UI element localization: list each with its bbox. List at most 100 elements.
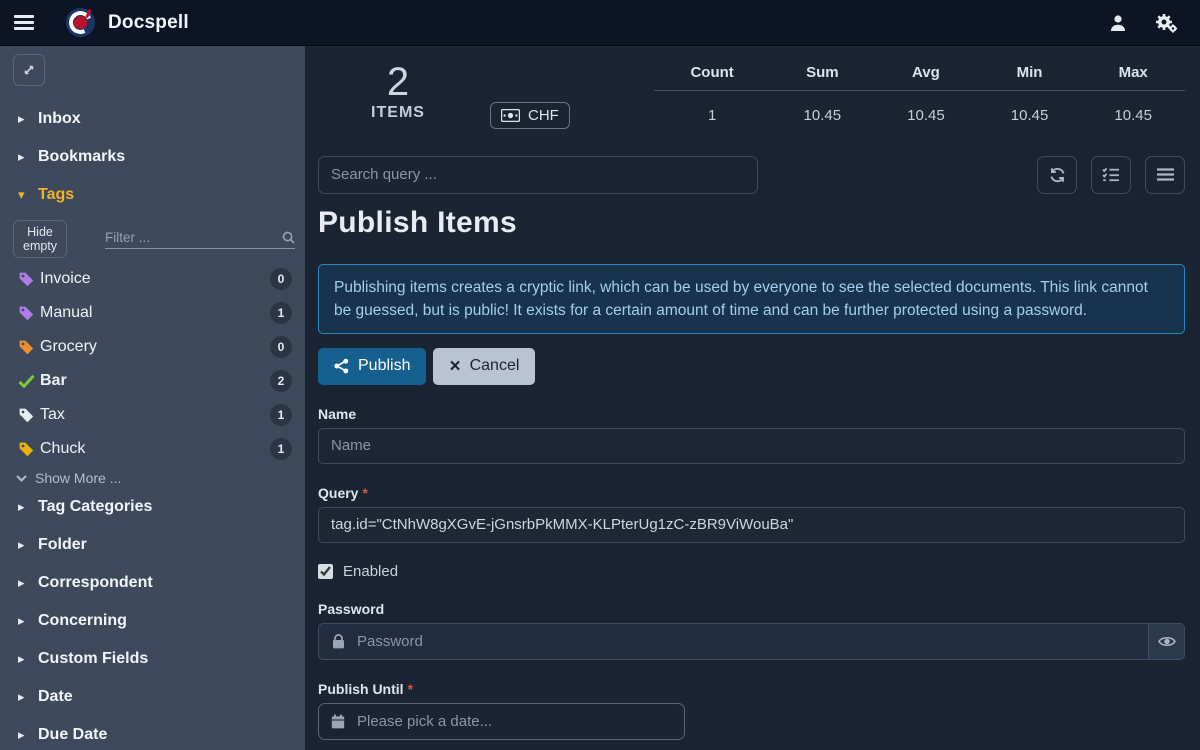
sidebar-item-folder[interactable]: ▸ Folder — [0, 526, 305, 564]
name-label: Name — [318, 406, 1185, 422]
tag-name: Grocery — [40, 338, 97, 356]
col-avg: Avg — [874, 56, 978, 91]
publish-button[interactable]: Publish — [318, 348, 426, 385]
tag-count-badge: 1 — [270, 404, 292, 426]
collapse-sidebar-button[interactable] — [13, 54, 45, 86]
tag-icon — [18, 407, 40, 423]
tag-name: Invoice — [40, 270, 91, 288]
password-label: Password — [318, 601, 1185, 617]
show-more-tags[interactable]: Show More ... — [0, 466, 305, 488]
tag-count-badge: 2 — [270, 370, 292, 392]
tag-item-chuck[interactable]: Chuck 1 — [0, 432, 305, 466]
sidebar-item-inbox[interactable]: ▸ Inbox — [0, 100, 305, 138]
caret-right-icon: ▸ — [18, 689, 38, 705]
tag-count-badge: 0 — [270, 336, 292, 358]
publish-until-input[interactable] — [357, 713, 684, 730]
sidebar-item-correspondent[interactable]: ▸ Correspondent — [0, 564, 305, 602]
tag-item-manual[interactable]: Manual 1 — [0, 296, 305, 330]
col-count: Count — [654, 56, 771, 91]
menu-bars-button[interactable] — [1145, 156, 1185, 194]
sidebar-item-custom-fields[interactable]: ▸ Custom Fields — [0, 640, 305, 678]
stat-avg: 10.45 — [874, 91, 978, 140]
caret-right-icon: ▸ — [18, 111, 38, 127]
main-content: 2 ITEMS Count Sum Avg Min Max — [305, 46, 1200, 750]
col-max: Max — [1081, 56, 1185, 91]
enabled-label[interactable]: Enabled — [343, 563, 398, 580]
required-asterisk: * — [408, 681, 413, 697]
tag-item-bar[interactable]: Bar 2 — [0, 364, 305, 398]
hide-empty-button[interactable]: Hide empty — [13, 220, 67, 258]
toggle-password-visibility-button[interactable] — [1148, 624, 1184, 659]
tag-icon — [18, 441, 40, 457]
tag-item-grocery[interactable]: Grocery 0 — [0, 330, 305, 364]
publish-until-label: Publish Until* — [318, 681, 1185, 697]
stat-min: 10.45 — [978, 91, 1082, 140]
stat-sum: 10.45 — [771, 91, 875, 140]
tag-name: Bar — [40, 372, 67, 390]
sidebar: ▸ Inbox ▸ Bookmarks ▾ Tags Hide empty — [0, 46, 305, 750]
tag-icon — [18, 305, 40, 321]
publish-until-field — [318, 703, 685, 740]
gears-icon[interactable] — [1154, 12, 1178, 34]
eye-icon — [1158, 635, 1176, 648]
check-icon — [18, 374, 40, 388]
page-title: Publish Items — [318, 206, 1185, 240]
col-sum: Sum — [771, 56, 875, 91]
col-min: Min — [978, 56, 1082, 91]
caret-down-icon: ▾ — [18, 187, 38, 203]
chevron-down-icon — [16, 475, 27, 482]
show-more-label: Show More ... — [35, 470, 121, 486]
tag-icon — [18, 339, 40, 355]
sidebar-item-tag-categories[interactable]: ▸ Tag Categories — [0, 488, 305, 526]
caret-right-icon: ▸ — [18, 149, 38, 165]
app-title: Docspell — [108, 12, 189, 34]
lock-icon — [319, 624, 357, 659]
sidebar-item-label: Correspondent — [38, 574, 153, 592]
search-query-input[interactable] — [318, 156, 758, 194]
tag-filter — [105, 230, 295, 249]
stat-count: 1 — [654, 91, 771, 140]
sidebar-item-label: Due Date — [38, 726, 107, 744]
money-bill-icon — [501, 109, 520, 122]
tag-name: Tax — [40, 406, 65, 424]
sidebar-item-bookmarks[interactable]: ▸ Bookmarks — [0, 138, 305, 176]
items-count-label: ITEMS — [318, 104, 478, 122]
sidebar-item-concerning[interactable]: ▸ Concerning — [0, 602, 305, 640]
password-input[interactable] — [357, 624, 1148, 659]
name-input[interactable] — [318, 428, 1185, 464]
sidebar-item-tags[interactable]: ▾ Tags — [0, 176, 305, 214]
cancel-button[interactable]: × Cancel — [433, 348, 535, 385]
user-icon[interactable] — [1108, 13, 1128, 33]
share-icon — [334, 358, 349, 374]
tag-count-badge: 1 — [270, 438, 292, 460]
menu-icon[interactable] — [14, 15, 34, 30]
stats-header: 2 ITEMS Count Sum Avg Min Max — [318, 56, 1185, 140]
cancel-button-label: Cancel — [470, 357, 520, 375]
refresh-button[interactable] — [1037, 156, 1077, 194]
sidebar-item-due-date[interactable]: ▸ Due Date — [0, 716, 305, 750]
sidebar-item-label: Bookmarks — [38, 148, 125, 166]
calendar-icon — [319, 714, 357, 729]
tag-filter-input[interactable] — [105, 230, 282, 245]
tag-item-invoice[interactable]: Invoice 0 — [0, 262, 305, 296]
query-label: Query* — [318, 485, 1185, 501]
top-navbar: Docspell — [0, 0, 1200, 46]
search-icon — [282, 231, 295, 244]
sidebar-item-label: Date — [38, 688, 73, 706]
table-row: CHF 1 10.45 10.45 10.45 10.45 — [486, 91, 1185, 140]
tag-name: Chuck — [40, 440, 85, 458]
sidebar-item-label: Concerning — [38, 612, 127, 630]
query-input[interactable] — [318, 507, 1185, 543]
enabled-checkbox[interactable] — [318, 564, 333, 579]
tasks-list-button[interactable] — [1091, 156, 1131, 194]
currency-label: CHF — [528, 107, 559, 124]
tag-count-badge: 0 — [270, 268, 292, 290]
docspell-logo[interactable] — [64, 6, 97, 39]
password-field — [318, 623, 1185, 660]
tag-count-badge: 1 — [270, 302, 292, 324]
sidebar-item-label: Inbox — [38, 110, 81, 128]
publish-info-message: Publishing items creates a cryptic link,… — [318, 264, 1185, 334]
sidebar-item-date[interactable]: ▸ Date — [0, 678, 305, 716]
tag-item-tax[interactable]: Tax 1 — [0, 398, 305, 432]
caret-right-icon: ▸ — [18, 575, 38, 591]
